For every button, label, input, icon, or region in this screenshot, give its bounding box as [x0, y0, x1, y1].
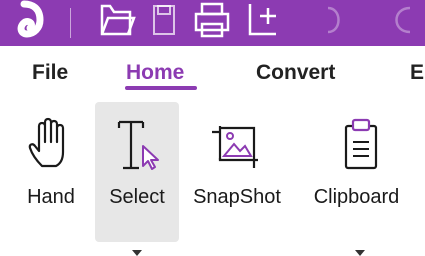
text-cursor-select-icon: [117, 120, 159, 170]
redo-icon[interactable]: [380, 0, 420, 40]
undo-icon[interactable]: [318, 0, 354, 40]
quick-access-toolbar: [0, 0, 425, 46]
snapshot-icon: [212, 126, 258, 168]
clipboard-label: Clipboard: [313, 186, 400, 208]
hand-label: Hand: [27, 186, 75, 208]
print-icon[interactable]: [192, 0, 232, 40]
select-label: Select: [109, 186, 165, 208]
clipboard-dropdown-arrow[interactable]: [355, 250, 365, 256]
tab-convert[interactable]: Convert: [256, 61, 335, 85]
snapshot-button[interactable]: SnapShot: [182, 102, 292, 242]
tab-file[interactable]: File: [32, 61, 68, 85]
hand-icon: [28, 117, 65, 168]
toolbar-separator: [70, 8, 71, 38]
menu-tabs: File Home Convert E: [0, 46, 425, 102]
tab-edit[interactable]: E: [410, 61, 424, 85]
select-button[interactable]: Select: [95, 102, 179, 256]
clipboard-icon: [344, 118, 378, 170]
tab-home[interactable]: Home: [126, 61, 184, 85]
active-tab-indicator: [125, 86, 197, 90]
save-icon[interactable]: [148, 0, 180, 40]
app-logo-icon[interactable]: [16, 0, 46, 40]
hand-button[interactable]: Hand: [16, 102, 86, 242]
clipboard-button[interactable]: Clipboard: [300, 102, 425, 256]
new-window-icon[interactable]: [242, 0, 282, 40]
open-folder-icon[interactable]: [96, 0, 136, 40]
snapshot-label: SnapShot: [193, 186, 281, 208]
select-dropdown-arrow[interactable]: [132, 250, 142, 256]
